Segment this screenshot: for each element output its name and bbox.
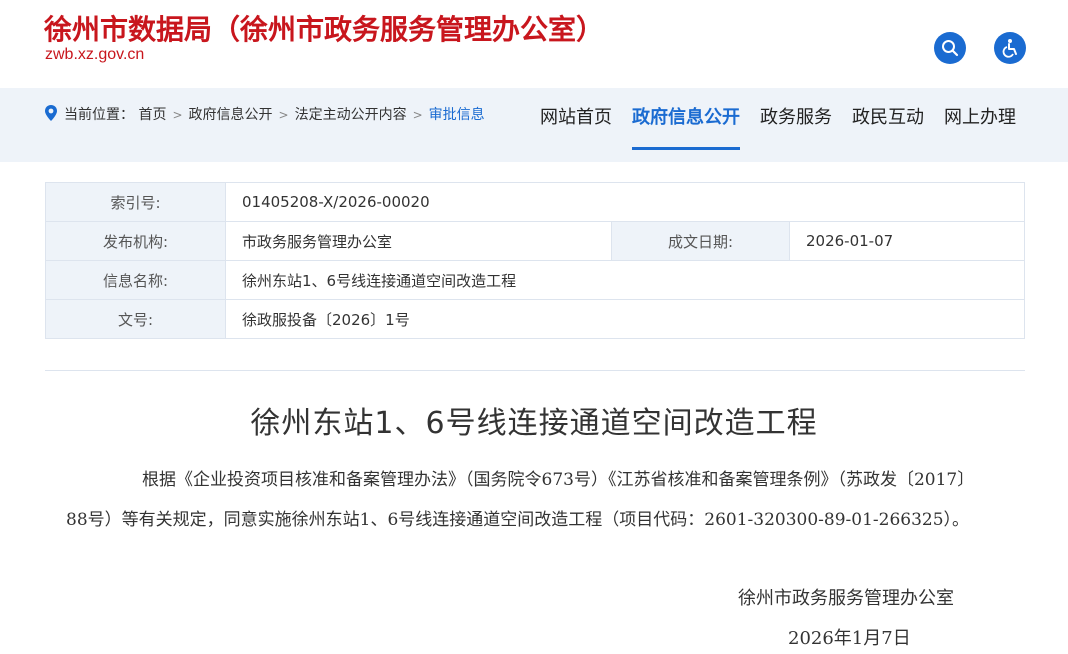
date-value: 2026-01-07 bbox=[789, 221, 1025, 261]
doc-value: 徐政服投备〔2026〕1号 bbox=[225, 299, 1025, 339]
accessibility-icon bbox=[1002, 39, 1017, 58]
meta-row-doc: 文号: 徐政服投备〔2026〕1号 bbox=[45, 299, 1025, 339]
site-header: 徐州市数据局（徐州市政务服务管理办公室） zwb.xz.gov.cn bbox=[0, 0, 1068, 88]
name-label: 信息名称: bbox=[45, 260, 226, 300]
nav-services[interactable]: 政务服务 bbox=[750, 88, 842, 162]
nav-band: 当前位置： 首页 > 政府信息公开 > 法定主动公开内容 > 审批信息 网站首页 政府信息公… bbox=[0, 88, 1068, 162]
name-value: 徐州东站1、6号线连接通道空间改造工程 bbox=[225, 260, 1025, 300]
nav-interaction[interactable]: 政民互动 bbox=[842, 88, 934, 162]
publisher-value: 市政务服务管理办公室 bbox=[225, 221, 612, 261]
nav-info-public[interactable]: 政府信息公开 bbox=[622, 88, 750, 162]
breadcrumb-info-public[interactable]: 政府信息公开 bbox=[189, 107, 273, 123]
date-label: 成文日期: bbox=[611, 221, 790, 261]
meta-row-name: 信息名称: 徐州东站1、6号线连接通道空间改造工程 bbox=[45, 260, 1025, 300]
breadcrumb-approval[interactable]: 审批信息 bbox=[429, 107, 485, 123]
breadcrumb-prefix: 当前位置： bbox=[64, 107, 134, 123]
doc-label: 文号: bbox=[45, 299, 226, 339]
article-body: 根据《企业投资项目核准和备案管理办法》（国务院令673号）《江苏省核准和备案管理… bbox=[66, 460, 986, 540]
article-date: 2026年1月7日 bbox=[788, 628, 911, 649]
index-value: 01405208-X/2026-00020 bbox=[225, 182, 1025, 222]
search-button[interactable] bbox=[934, 32, 966, 64]
search-icon bbox=[942, 40, 959, 57]
breadcrumb-separator: > bbox=[278, 108, 289, 122]
breadcrumb-statutory[interactable]: 法定主动公开内容 bbox=[295, 107, 407, 123]
site-title[interactable]: 徐州市数据局（徐州市政务服务管理办公室） bbox=[44, 8, 604, 48]
breadcrumb-separator: > bbox=[172, 108, 183, 122]
index-label: 索引号: bbox=[45, 182, 226, 222]
meta-row-publisher: 发布机构: 市政务服务管理办公室 成文日期: 2026-01-07 bbox=[45, 221, 1025, 261]
article-signature: 徐州市政务服务管理办公室 bbox=[738, 588, 954, 609]
nav-home[interactable]: 网站首页 bbox=[530, 88, 622, 162]
breadcrumb-separator: > bbox=[412, 108, 423, 122]
breadcrumb-home[interactable]: 首页 bbox=[138, 107, 166, 123]
meta-table: 索引号: 01405208-X/2026-00020 发布机构: 市政务服务管理… bbox=[45, 182, 1025, 339]
article-title: 徐州东站1、6号线连接通道空间改造工程 bbox=[250, 406, 818, 441]
breadcrumb: 当前位置： 首页 > 政府信息公开 > 法定主动公开内容 > 审批信息 bbox=[44, 104, 524, 126]
nav-online[interactable]: 网上办理 bbox=[934, 88, 1026, 162]
content-divider bbox=[45, 370, 1025, 371]
publisher-label: 发布机构: bbox=[45, 221, 226, 261]
meta-row-index: 索引号: 01405208-X/2026-00020 bbox=[45, 182, 1025, 222]
location-pin-icon bbox=[45, 105, 57, 121]
accessibility-button[interactable] bbox=[994, 32, 1026, 64]
site-domain[interactable]: zwb.xz.gov.cn bbox=[45, 46, 144, 64]
main-nav: 网站首页 政府信息公开 政务服务 政民互动 网上办理 bbox=[530, 88, 1026, 162]
article-paragraph: 根据《企业投资项目核准和备案管理办法》（国务院令673号）《江苏省核准和备案管理… bbox=[66, 470, 975, 530]
